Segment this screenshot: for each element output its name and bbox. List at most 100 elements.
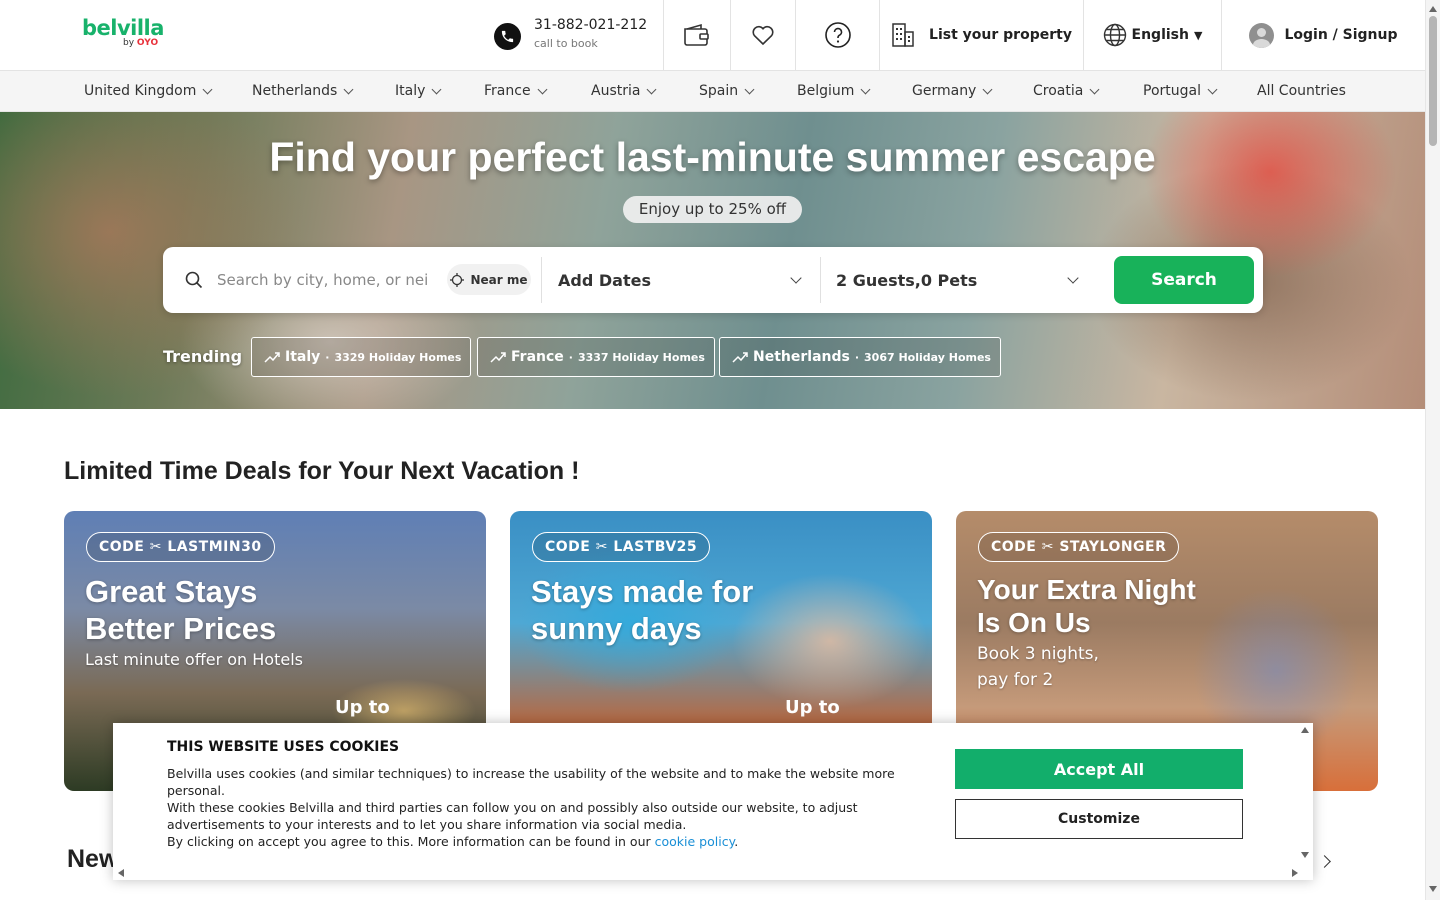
trending-name: France — [511, 349, 564, 365]
wishlist-button[interactable] — [730, 0, 795, 70]
scrollbar-thumb[interactable] — [1429, 16, 1437, 146]
country-item[interactable]: Croatia — [1033, 71, 1100, 111]
divider — [820, 257, 821, 303]
dates-selector[interactable]: Add Dates — [558, 247, 803, 313]
country-label: Austria — [591, 83, 641, 99]
scroll-down-arrow-icon[interactable] — [1429, 886, 1437, 892]
logo-oyo: OYO — [136, 38, 159, 48]
help-icon — [824, 22, 851, 48]
promo-code-tag: CODE ✂ STAYLONGER — [978, 532, 1180, 562]
country-label: Croatia — [1033, 83, 1084, 99]
scroll-up-arrow-icon[interactable] — [1301, 727, 1309, 733]
dates-label: Add Dates — [558, 270, 651, 290]
crosshair-icon — [450, 272, 465, 287]
deal-upto: Up to — [785, 697, 840, 718]
trending-count: 3067 Holiday Homes — [864, 350, 991, 364]
wallet-button[interactable] — [663, 0, 730, 70]
cookie-title: THIS WEBSITE USES COOKIES — [167, 739, 400, 755]
chevron-down-icon — [860, 84, 871, 94]
phone-icon — [494, 23, 521, 50]
scroll-up-arrow-icon[interactable] — [1429, 6, 1437, 12]
caret-down-icon: ▼ — [1193, 28, 1203, 42]
chevron-down-icon — [744, 84, 755, 94]
country-label: Portugal — [1143, 83, 1201, 99]
customize-button[interactable]: Customize — [955, 799, 1243, 839]
user-avatar-icon — [1249, 22, 1275, 48]
trending-name: Italy — [285, 349, 321, 365]
trending-chip[interactable]: Italy · 3329 Holiday Homes — [251, 337, 472, 377]
chevron-down-icon — [343, 84, 354, 94]
trending-separator: · — [854, 350, 860, 364]
chevron-down-icon — [647, 84, 657, 94]
accept-all-button[interactable]: Accept All — [955, 749, 1243, 789]
heart-icon — [752, 25, 774, 46]
guests-label: 2 Guests,0 Pets — [836, 270, 978, 290]
chevron-down-icon — [1067, 272, 1079, 284]
deal-headline: Great Stays Better Prices — [85, 574, 277, 646]
trending-chip[interactable]: France · 3337 Holiday Homes — [477, 337, 715, 377]
search-bar: Near me Add Dates 2 Guests,0 Pets Search — [163, 247, 1263, 313]
logo-by: by — [123, 38, 135, 48]
cookie-banner: THIS WEBSITE USES COOKIES Belvilla uses … — [113, 723, 1313, 880]
country-label: United Kingdom — [84, 83, 197, 99]
help-button[interactable] — [795, 0, 879, 70]
deal-subtext: Book 3 nights, pay for 2 — [977, 644, 1099, 690]
country-item[interactable]: France — [484, 71, 548, 111]
page-scrollbar[interactable] — [1425, 0, 1440, 900]
country-item[interactable]: Germany — [912, 71, 993, 111]
guests-selector[interactable]: 2 Guests,0 Pets — [836, 247, 1081, 313]
logo-brand: belvilla — [82, 16, 164, 40]
belvilla-logo[interactable]: belvilla by OYO — [82, 16, 164, 48]
trending-name: Netherlands — [753, 349, 850, 365]
trending-separator: · — [568, 350, 573, 364]
trending-count: 3337 Holiday Homes — [577, 350, 705, 364]
country-label: Italy — [395, 83, 426, 99]
promo-code-tag: CODE ✂ LASTMIN30 — [86, 532, 275, 562]
chevron-down-icon — [1207, 84, 1218, 94]
country-item[interactable]: Austria — [591, 71, 657, 111]
cookie-paragraph: With these cookies Belvilla and third pa… — [167, 800, 858, 832]
trending-up-icon — [490, 352, 506, 363]
phone-number: 31-882-021-212 — [534, 17, 648, 33]
country-item[interactable]: United Kingdom — [84, 71, 213, 111]
chevron-down-icon — [790, 272, 802, 284]
building-icon — [892, 23, 914, 47]
hero-title: Find your perfect last-minute summer esc… — [269, 134, 1156, 180]
list-property-button[interactable]: List your property — [879, 0, 1083, 70]
cookie-paragraph-end: . — [734, 834, 739, 849]
search-input[interactable] — [217, 265, 427, 295]
trending-up-icon — [264, 352, 280, 363]
trending-up-icon — [732, 352, 748, 363]
scroll-down-arrow-icon[interactable] — [1301, 852, 1309, 858]
wallet-icon — [684, 23, 709, 46]
country-label: Belgium — [797, 83, 855, 99]
scroll-right-arrow-icon[interactable] — [1292, 869, 1298, 877]
login-signup-button[interactable]: Login / Signup — [1221, 0, 1425, 70]
country-item[interactable]: Italy — [395, 71, 442, 111]
scroll-left-arrow-icon[interactable] — [118, 869, 124, 877]
country-label: Germany — [912, 83, 977, 99]
globe-icon — [1103, 23, 1126, 47]
country-label: Netherlands — [252, 83, 338, 99]
chevron-right-icon[interactable] — [1318, 855, 1331, 868]
country-item[interactable]: Portugal — [1143, 71, 1218, 111]
call-to-book[interactable]: 31-882-021-212 call to book — [494, 16, 662, 56]
divider — [541, 257, 542, 303]
near-me-button[interactable]: Near me — [447, 264, 531, 295]
country-item[interactable]: Belgium — [797, 71, 871, 111]
deals-section-title: Limited Time Deals for Your Next Vacatio… — [64, 457, 580, 485]
country-item[interactable]: Spain — [699, 71, 755, 111]
all-countries-link[interactable]: All Countries — [1257, 71, 1346, 111]
language-selector[interactable]: English ▼ — [1083, 0, 1221, 70]
near-me-label: Near me — [470, 272, 528, 287]
deal-upto: Up to — [335, 697, 390, 718]
search-button[interactable]: Search — [1114, 256, 1254, 304]
trending-chip[interactable]: Netherlands · 3067 Holiday Homes — [719, 337, 1001, 377]
country-item[interactable]: Netherlands — [252, 71, 354, 111]
phone-subtext: call to book — [534, 37, 598, 50]
search-icon — [185, 271, 203, 289]
site-header: belvilla by OYO 31-882-021-212 call to b… — [0, 0, 1425, 71]
cookie-body: Belvilla uses cookies (and similar techn… — [167, 765, 897, 850]
list-property-label: List your property — [929, 27, 1072, 43]
cookie-policy-link[interactable]: cookie policy — [655, 834, 735, 849]
